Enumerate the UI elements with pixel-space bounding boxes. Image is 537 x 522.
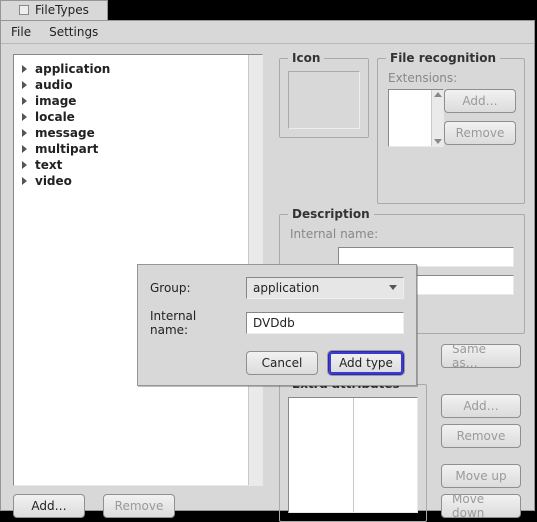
tree-item-label: locale (35, 110, 75, 124)
icon-legend: Icon (288, 51, 324, 65)
extensions-label: Extensions: (388, 71, 457, 85)
tree-item[interactable]: message (18, 125, 258, 141)
extensions-list[interactable] (388, 89, 444, 147)
expand-icon[interactable] (22, 113, 27, 121)
dialog-internal-value: DVDdb (253, 316, 295, 330)
menu-settings[interactable]: Settings (49, 25, 98, 39)
window-icon (19, 5, 29, 15)
extensions-scrollbar[interactable] (431, 90, 443, 146)
tree-item-label: video (35, 174, 72, 188)
tree-add-button[interactable]: Add… (13, 494, 85, 518)
file-recognition-group: File recognition Extensions: Add… Remove (377, 58, 525, 204)
icon-group: Icon (279, 58, 369, 138)
tree-item[interactable]: image (18, 93, 258, 109)
extra-movedown-button[interactable]: Move down (441, 494, 521, 518)
same-as-button[interactable]: Same as… (441, 344, 521, 368)
extra-column-divider (353, 398, 354, 512)
expand-icon[interactable] (22, 81, 27, 89)
tree-item[interactable]: text (18, 157, 258, 173)
menubar: File Settings (1, 21, 534, 44)
tree-item-label: text (35, 158, 62, 172)
tree-item[interactable]: multipart (18, 141, 258, 157)
menu-file[interactable]: File (11, 25, 31, 39)
description-internal-label: Internal name: (290, 227, 378, 241)
expand-icon[interactable] (22, 145, 27, 153)
filerec-legend: File recognition (386, 51, 500, 65)
tree-remove-button[interactable]: Remove (103, 494, 175, 518)
expand-icon[interactable] (22, 97, 27, 105)
dialog-addtype-button[interactable]: Add type (328, 351, 404, 375)
chevron-down-icon (389, 285, 397, 290)
expand-icon[interactable] (22, 65, 27, 73)
extra-attributes-list[interactable] (288, 397, 418, 513)
tree-item[interactable]: application (18, 61, 258, 77)
ext-remove-button[interactable]: Remove (444, 121, 516, 145)
dialog-group-select[interactable]: application (246, 277, 404, 299)
dialog-group-label: Group: (150, 281, 238, 295)
window-tab[interactable]: FileTypes (0, 0, 108, 20)
tree-item[interactable]: locale (18, 109, 258, 125)
dialog-cancel-button[interactable]: Cancel (246, 351, 318, 375)
tree-item[interactable]: video (18, 173, 258, 189)
add-type-dialog: Group: application Internal name: DVDdb … (137, 264, 417, 386)
expand-icon[interactable] (22, 129, 27, 137)
description-legend: Description (288, 207, 374, 221)
dialog-internal-input[interactable]: DVDdb (246, 312, 404, 334)
tree-item-label: application (35, 62, 110, 76)
tree-item-label: multipart (35, 142, 98, 156)
window-title: FileTypes (35, 3, 89, 17)
icon-well[interactable] (288, 71, 360, 129)
extra-remove-button[interactable]: Remove (441, 424, 521, 448)
tree-item-label: message (35, 126, 95, 140)
ext-add-button[interactable]: Add… (444, 89, 516, 113)
tree-item[interactable]: audio (18, 77, 258, 93)
window-body: File Settings application audio image local… (0, 20, 535, 511)
extra-moveup-button[interactable]: Move up (441, 464, 521, 488)
tree-item-label: image (35, 94, 76, 108)
expand-icon[interactable] (22, 177, 27, 185)
dialog-internal-label: Internal name: (150, 309, 238, 337)
extra-attributes-group: Extra attributes (279, 384, 427, 522)
extra-add-button[interactable]: Add… (441, 394, 521, 418)
expand-icon[interactable] (22, 161, 27, 169)
dialog-group-value: application (253, 281, 319, 295)
tree-item-label: audio (35, 78, 73, 92)
